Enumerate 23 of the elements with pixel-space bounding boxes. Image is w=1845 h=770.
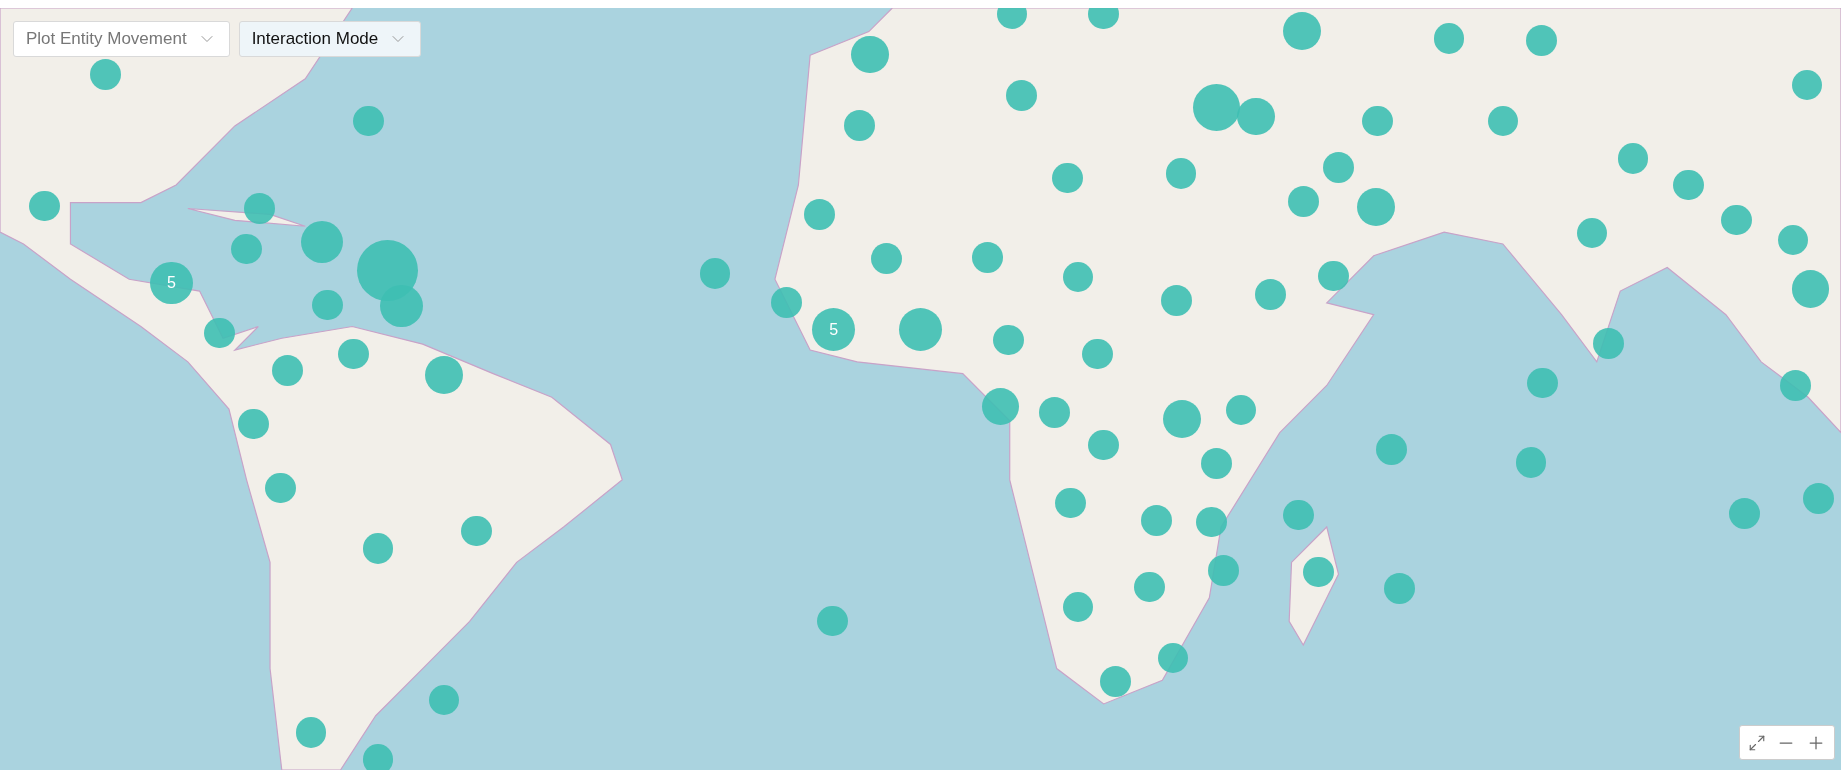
cluster-marker[interactable] [1515,447,1547,478]
cluster-marker[interactable] [1803,483,1834,514]
cluster-marker[interactable] [771,287,802,319]
dropdown-button[interactable]: Interaction Mode [238,21,422,57]
cluster-marker[interactable] [1208,555,1239,587]
dropdown-button[interactable]: Plot Entity Movement [13,21,230,57]
cluster-marker[interactable] [1593,328,1624,359]
cluster-marker[interactable] [362,744,394,770]
cluster-marker[interactable] [1283,499,1314,531]
cluster-marker[interactable] [244,193,275,224]
cluster-marker[interactable] [312,289,343,321]
cluster-marker[interactable] [817,605,848,637]
cluster-marker[interactable] [1376,434,1407,465]
cluster-marker[interactable] [699,258,731,289]
fullscreen-icon[interactable] [1748,733,1766,752]
cluster-marker[interactable] [300,221,343,264]
cluster-marker[interactable] [1527,367,1559,399]
map-background[interactable]: 5 5 Plot Entity Movement Interaction Mode [0,8,1841,770]
cluster-marker[interactable] [231,233,262,265]
cluster-marker[interactable] [353,105,384,137]
cluster-marker[interactable] [1729,498,1760,529]
cluster-marker[interactable] [1384,572,1415,604]
cluster-marker[interactable] [428,684,460,716]
